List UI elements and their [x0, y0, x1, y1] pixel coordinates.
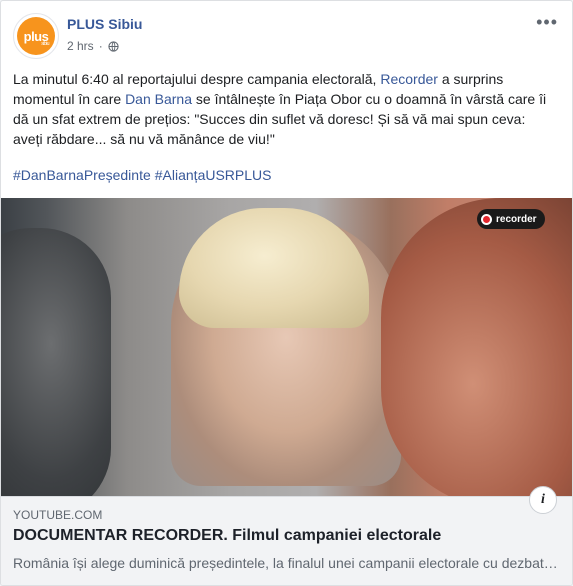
globe-icon[interactable] [108, 40, 119, 52]
link-domain: YOUTUBE.COM [13, 508, 103, 522]
recorder-logo: recorder [477, 209, 545, 229]
hashtag-link[interactable]: #AlianțaUSRPLUS [155, 167, 272, 183]
avatar-logo: plus sibiu [17, 17, 55, 55]
dan-barna-link[interactable]: Dan Barna [125, 91, 192, 107]
video-thumbnail[interactable]: recorder [1, 198, 572, 496]
info-icon[interactable]: i [529, 486, 557, 514]
avatar-subtext: sibiu [41, 41, 49, 47]
poster-hair [179, 208, 369, 328]
link-title[interactable]: DOCUMENTAR RECORDER. Filmul campaniei el… [13, 527, 441, 545]
post-time[interactable]: 2 hrs [67, 39, 94, 53]
more-icon[interactable]: ••• [536, 13, 558, 31]
hashtag-link[interactable]: #DanBarnaPreședinte [13, 167, 151, 183]
post-card: plus sibiu PLUS Sibiu 2 hrs · ••• La min… [0, 0, 573, 586]
blurred-person-right [381, 198, 572, 496]
blurred-person-left [1, 228, 111, 496]
page-name-link[interactable]: PLUS Sibiu [67, 16, 142, 32]
recorder-link[interactable]: Recorder [380, 71, 438, 87]
post-text-part1: La minutul 6:40 al reportajului despre c… [13, 71, 381, 87]
post-message: La minutul 6:40 al reportajului despre c… [13, 69, 558, 149]
meta-separator: · [98, 39, 103, 53]
post-meta: 2 hrs · [67, 39, 119, 53]
record-dot-icon [481, 213, 492, 225]
hashtags: #DanBarnaPreședinte #AlianțaUSRPLUS [13, 165, 276, 185]
recorder-logo-label: recorder [496, 213, 537, 225]
link-description: România își alege duminică președintele,… [13, 555, 561, 571]
avatar[interactable]: plus sibiu [13, 13, 59, 59]
post-header: plus sibiu PLUS Sibiu 2 hrs · ••• [13, 13, 560, 59]
link-preview[interactable]: YOUTUBE.COM DOCUMENTAR RECORDER. Filmul … [1, 496, 572, 585]
